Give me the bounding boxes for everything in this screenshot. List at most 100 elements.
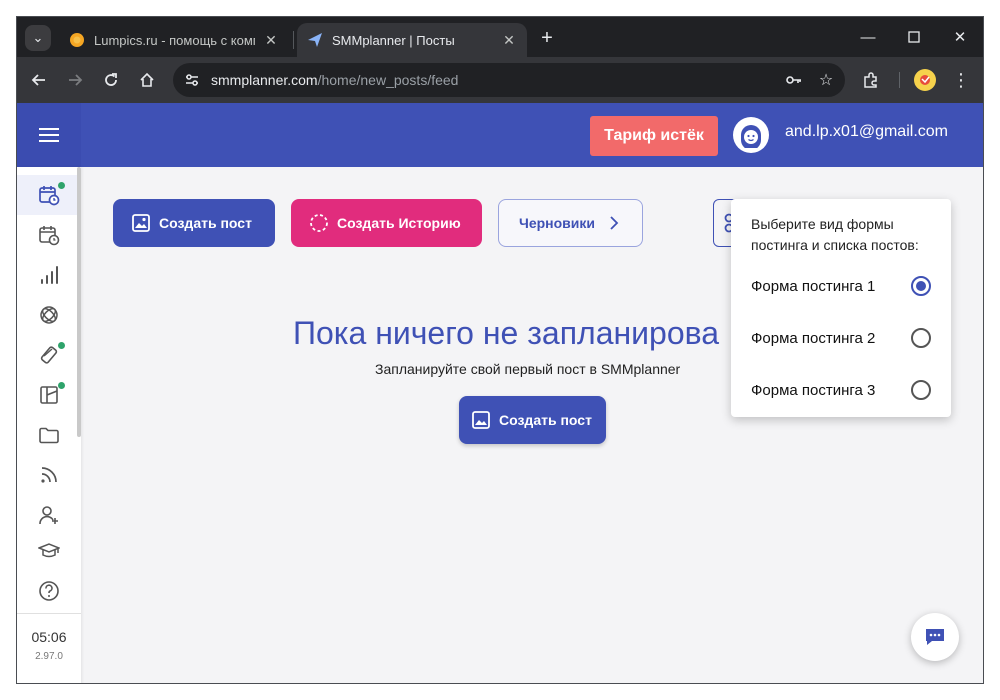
folder-icon [39,427,59,444]
empty-state-title: Пока ничего не запланирова [293,315,720,351]
create-story-button[interactable]: Создать Историю [291,199,482,247]
bar-chart-icon [41,266,58,284]
home-button[interactable] [133,66,161,94]
sidebar-item-rss[interactable] [17,455,81,495]
forward-button[interactable] [61,66,89,94]
tab-strip: ⌄ Lumpics.ru - помощь с компью ✕ SMMplan… [17,17,983,57]
site-settings-icon[interactable] [181,69,203,91]
create-post-button[interactable]: Создать пост [113,199,275,247]
calendar-clock-icon [39,186,60,206]
popover-heading: Выберите вид формы постинга и списка пос… [751,216,919,253]
url-path: /home/new_posts/feed [317,72,459,88]
avatar-icon [914,69,936,91]
user-email[interactable]: and.lp.x01@gmail.com [785,123,948,141]
sidebar-item-templates[interactable] [17,375,81,415]
app-version: 2.97.0 [35,651,63,662]
radio-button[interactable] [911,380,931,400]
page-content: Тариф истёк and.lp.x01@gmail.com 05:06 2… [17,103,983,683]
option-label: Форма постинга 3 [751,381,876,399]
browser-window: ⌄ Lumpics.ru - помощь с компью ✕ SMMplan… [16,16,984,684]
sidebar-item-invite[interactable] [17,495,81,535]
layout-icon [40,386,58,404]
tab-separator [293,31,294,49]
back-button[interactable] [25,66,53,94]
close-icon[interactable]: ✕ [501,32,517,48]
app-header: Тариф истёк and.lp.x01@gmail.com [17,103,983,167]
posting-form-popover: Выберите вид формы постинга и списка пос… [731,199,951,417]
star-icon[interactable]: ☆ [815,69,837,91]
option-label: Форма постинга 2 [751,329,876,347]
notification-dot [58,182,65,189]
rss-icon [41,467,57,483]
orange-circle-icon [69,32,85,48]
sidebar-item-ai[interactable] [17,295,81,335]
more-vert-icon: ⋮ [952,70,970,90]
radio-button-checked[interactable] [911,276,931,296]
create-first-post-button[interactable]: Создать пост [459,396,606,444]
chat-bubble-icon [926,629,944,645]
sidebar-item-schedule[interactable] [17,215,81,255]
image-icon [471,410,491,430]
create-first-post-label: Создать пост [499,412,592,428]
minimize-button[interactable]: — [845,23,891,51]
drafts-button[interactable]: Черновики [498,199,643,247]
sidebar-scrollbar[interactable] [77,167,81,437]
sidebar: 05:06 2.97.0 [17,167,81,683]
key-icon[interactable] [783,69,805,91]
maximize-button[interactable] [891,23,937,51]
arrow-left-icon [31,74,45,86]
extensions-button[interactable] [857,66,885,94]
radio-button[interactable] [911,328,931,348]
create-post-label: Создать пост [159,215,252,231]
user-avatar[interactable] [733,117,769,153]
reload-button[interactable] [97,66,125,94]
posting-form-option-2[interactable]: Форма постинга 2 [751,324,931,352]
toolbar-divider [899,72,900,88]
sidebar-item-posts[interactable] [17,175,81,215]
tab-title: Lumpics.ru - помощь с компью [94,32,255,48]
posting-form-option-3[interactable]: Форма постинга 3 [751,376,931,404]
menu-button[interactable] [17,103,81,167]
url-host: smmplanner.com [211,72,318,88]
empty-state-subtitle: Запланируйте свой первый пост в SMMplann… [375,361,681,377]
user-face-icon [741,125,761,148]
notification-dot [58,342,65,349]
paper-plane-icon [307,32,323,48]
sidebar-item-analytics[interactable] [17,255,81,295]
url-text: smmplanner.com/home/new_posts/feed [211,72,458,88]
browser-toolbar: smmplanner.com/home/new_posts/feed ☆ ⋮ [17,57,983,103]
posting-form-option-1[interactable]: Форма постинга 1 [751,272,931,300]
drafts-label: Черновики [519,215,596,231]
hamburger-icon [39,128,59,142]
support-chat-button[interactable] [911,613,959,661]
sidebar-item-help[interactable] [17,571,81,611]
tab-lumpics[interactable]: Lumpics.ru - помощь с компью ✕ [59,23,289,57]
image-icon [131,213,151,233]
browser-menu-button[interactable]: ⋮ [947,66,975,94]
create-story-label: Создать Историю [337,215,461,231]
tab-smmplanner[interactable]: SMMplanner | Посты ✕ [297,23,527,57]
sidebar-item-tools[interactable] [17,335,81,375]
tariff-expired-button[interactable]: Тариф истёк [590,116,718,156]
clock-time: 05:06 [31,629,67,645]
sidebar-item-education[interactable] [17,531,81,571]
magic-wand-icon [40,346,58,364]
arrow-right-icon [69,74,83,86]
tab-search-button[interactable]: ⌄ [25,25,51,51]
window-close-button[interactable]: ✕ [937,23,983,51]
address-bar[interactable]: smmplanner.com/home/new_posts/feed ☆ [173,63,845,97]
new-tab-button[interactable]: + [535,26,559,50]
ai-knot-icon [40,306,58,324]
puzzle-icon [864,72,877,88]
reload-icon [105,73,117,86]
profile-button[interactable] [911,66,939,94]
tab-title: SMMplanner | Посты [332,32,455,48]
home-icon [140,72,154,87]
omnibox-actions: ☆ [783,69,837,91]
notification-dot [58,382,65,389]
close-icon[interactable]: ✕ [263,32,279,48]
option-label: Форма постинга 1 [751,277,876,295]
calendar-clock-icon [39,226,60,246]
add-user-icon [39,506,58,525]
sidebar-item-files[interactable] [17,415,81,455]
